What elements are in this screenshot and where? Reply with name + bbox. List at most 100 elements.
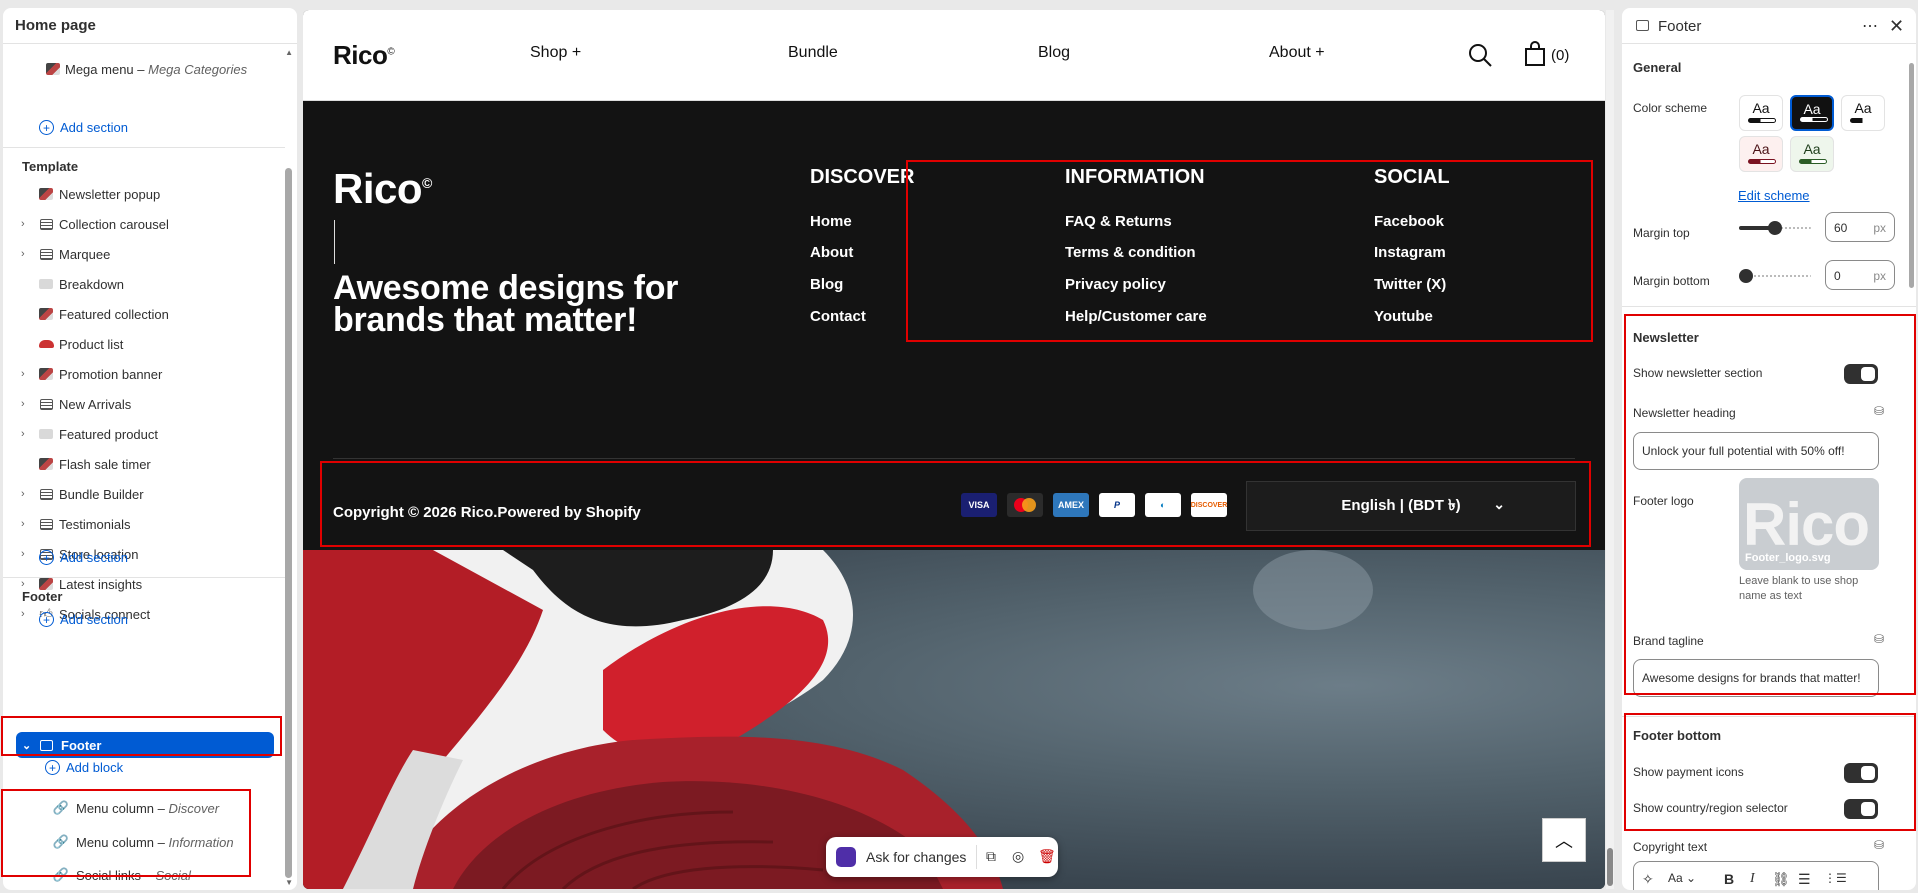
footer-link[interactable]: Terms & condition <box>1065 244 1196 261</box>
preview-scrollbar[interactable] <box>1607 848 1613 886</box>
close-icon[interactable]: ✕ <box>1889 16 1904 37</box>
scroll-up-arrow[interactable]: ▲ <box>285 48 293 57</box>
ask-for-changes-bar[interactable]: Ask for changes ⧉ ◎ 🗑 <box>826 837 1058 877</box>
add-section-button[interactable]: + Add section <box>39 550 128 565</box>
tree-item-section[interactable]: › Promotion banner <box>3 360 285 388</box>
newsletter-heading-input[interactable]: Unlock your full potential with 50% off! <box>1633 432 1879 470</box>
cart-icon[interactable] <box>1523 41 1547 67</box>
color-scheme-swatch[interactable]: Aa <box>1739 136 1783 172</box>
divider <box>3 577 285 578</box>
footer-link[interactable]: Contact <box>810 308 866 325</box>
footer-link[interactable]: About <box>810 244 853 261</box>
link-icon[interactable]: ⛓ <box>1772 871 1790 888</box>
database-icon[interactable]: ⛁ <box>1874 838 1884 852</box>
bold-icon[interactable]: B <box>1724 871 1734 887</box>
more-icon[interactable]: ⋯ <box>1862 16 1879 36</box>
nav-shop[interactable]: Shop + <box>530 44 581 62</box>
nav-about[interactable]: About + <box>1269 44 1325 62</box>
site-logo[interactable]: Rico© <box>333 40 395 71</box>
scroll-down-arrow[interactable]: ▼ <box>285 878 293 887</box>
tree-item-section[interactable]: Featured collection <box>3 300 285 328</box>
footer-link[interactable]: Help/Customer care <box>1065 308 1207 325</box>
database-icon[interactable]: ⛁ <box>1874 404 1884 418</box>
tree-item-section[interactable]: › Testimonials <box>3 510 285 538</box>
chevron-right-icon[interactable]: › <box>21 548 31 560</box>
copyright-text: Copyright © 2026 Rico.Powered by Shopify <box>333 504 641 521</box>
section-label: Flash sale timer <box>59 456 151 472</box>
hide-icon[interactable]: ◎ <box>1012 848 1024 865</box>
brand-tagline-input[interactable]: Awesome designs for brands that matter! <box>1633 659 1879 697</box>
column-title-information: INFORMATION <box>1065 166 1205 188</box>
margin-bottom-input[interactable]: 0 px <box>1825 260 1895 290</box>
margin-bottom-slider-track[interactable] <box>1746 275 1811 277</box>
image-icon <box>38 276 54 292</box>
chevron-right-icon[interactable]: › <box>21 398 31 410</box>
add-section-button[interactable]: + Add section <box>39 612 128 627</box>
show-country-toggle[interactable] <box>1844 799 1878 819</box>
tree-block-discover[interactable]: 🔗 Menu column – Discover <box>3 794 285 822</box>
search-icon[interactable] <box>1467 42 1493 68</box>
text-style-dropdown[interactable]: Aa ⌄ <box>1668 871 1696 885</box>
diners-icon: ◐ <box>1145 493 1181 517</box>
tree-item-section[interactable]: Product list <box>3 330 285 358</box>
edit-scheme-link[interactable]: Edit scheme <box>1738 188 1810 203</box>
tree-item-section[interactable]: Flash sale timer <box>3 450 285 478</box>
footer-logo-picker[interactable]: Rico Footer_logo.svg <box>1739 478 1879 570</box>
delete-icon[interactable]: 🗑 <box>1038 848 1056 865</box>
tree-item-section[interactable]: › Featured product <box>3 420 285 448</box>
margin-top-slider-track[interactable] <box>1777 227 1811 229</box>
chevron-right-icon[interactable]: › <box>21 218 31 230</box>
back-to-top-button[interactable]: ︿ <box>1542 818 1586 862</box>
nav-bundle[interactable]: Bundle <box>788 44 838 62</box>
color-scheme-swatch[interactable]: Aa <box>1739 95 1783 131</box>
tree-item-section[interactable]: › New Arrivals <box>3 390 285 418</box>
numbered-list-icon[interactable]: ⋮☰ <box>1824 871 1847 885</box>
chevron-right-icon[interactable]: › <box>21 248 31 260</box>
margin-bottom-slider-handle[interactable] <box>1739 269 1753 283</box>
tree-block-social[interactable]: 🔗 Social links – Social <box>3 861 285 889</box>
section-title-newsletter: Newsletter <box>1633 330 1699 345</box>
footer-link[interactable]: Privacy policy <box>1065 276 1166 293</box>
database-icon[interactable]: ⛁ <box>1874 632 1884 646</box>
chevron-right-icon[interactable]: › <box>21 428 31 440</box>
settings-scrollbar[interactable] <box>1909 63 1914 288</box>
bullet-list-icon[interactable]: ☰ <box>1798 871 1811 888</box>
add-section-button[interactable]: + Add section <box>39 120 128 135</box>
tree-item-section[interactable]: › Bundle Builder <box>3 480 285 508</box>
plus-circle-icon: + <box>39 612 54 627</box>
tree-item-section[interactable]: › Collection carousel <box>3 210 285 238</box>
footer-link[interactable]: Facebook <box>1374 213 1444 230</box>
sidebar-scrollbar[interactable] <box>285 168 292 878</box>
chevron-right-icon[interactable]: › <box>21 608 31 620</box>
footer-link[interactable]: FAQ & Returns <box>1065 213 1172 230</box>
footer-link[interactable]: Blog <box>810 276 843 293</box>
tree-item-section[interactable]: Newsletter popup <box>3 180 285 208</box>
margin-top-input[interactable]: 60 px <box>1825 212 1895 242</box>
tree-item-section[interactable]: Breakdown <box>3 270 285 298</box>
footer-link[interactable]: Home <box>810 213 852 230</box>
italic-icon[interactable]: I <box>1750 871 1755 887</box>
show-payment-toggle[interactable] <box>1844 763 1878 783</box>
tree-item-section[interactable]: › Marquee <box>3 240 285 268</box>
cart-count: (0) <box>1551 47 1570 64</box>
footer-link[interactable]: Instagram <box>1374 244 1446 261</box>
color-scheme-swatch[interactable]: Aa <box>1790 136 1834 172</box>
tree-item-mega-menu[interactable]: Mega menu – Mega Categories <box>3 55 285 83</box>
margin-top-slider-handle[interactable] <box>1768 221 1782 235</box>
color-scheme-swatch-selected[interactable]: Aa <box>1790 95 1834 131</box>
show-newsletter-toggle[interactable] <box>1844 364 1878 384</box>
magic-icon[interactable]: ✧ <box>1642 871 1654 888</box>
duplicate-icon[interactable]: ⧉ <box>986 848 996 865</box>
tree-block-information[interactable]: 🔗 Menu column – Information <box>3 828 285 856</box>
add-block-button[interactable]: + Add block <box>45 760 123 775</box>
chevron-right-icon[interactable]: › <box>21 488 31 500</box>
chevron-right-icon[interactable]: › <box>21 518 31 530</box>
nav-blog[interactable]: Blog <box>1038 44 1070 62</box>
footer-link[interactable]: Youtube <box>1374 308 1433 325</box>
footer-link[interactable]: Twitter (X) <box>1374 276 1446 293</box>
chevron-right-icon[interactable]: › <box>21 368 31 380</box>
language-currency-selector[interactable]: English | (BDT ৳) ⌄ <box>1246 481 1576 531</box>
show-newsletter-label: Show newsletter section <box>1633 366 1763 380</box>
color-scheme-swatch[interactable]: Aa <box>1841 95 1885 131</box>
tree-item-footer-selected[interactable]: ⌄ Footer <box>16 732 274 758</box>
